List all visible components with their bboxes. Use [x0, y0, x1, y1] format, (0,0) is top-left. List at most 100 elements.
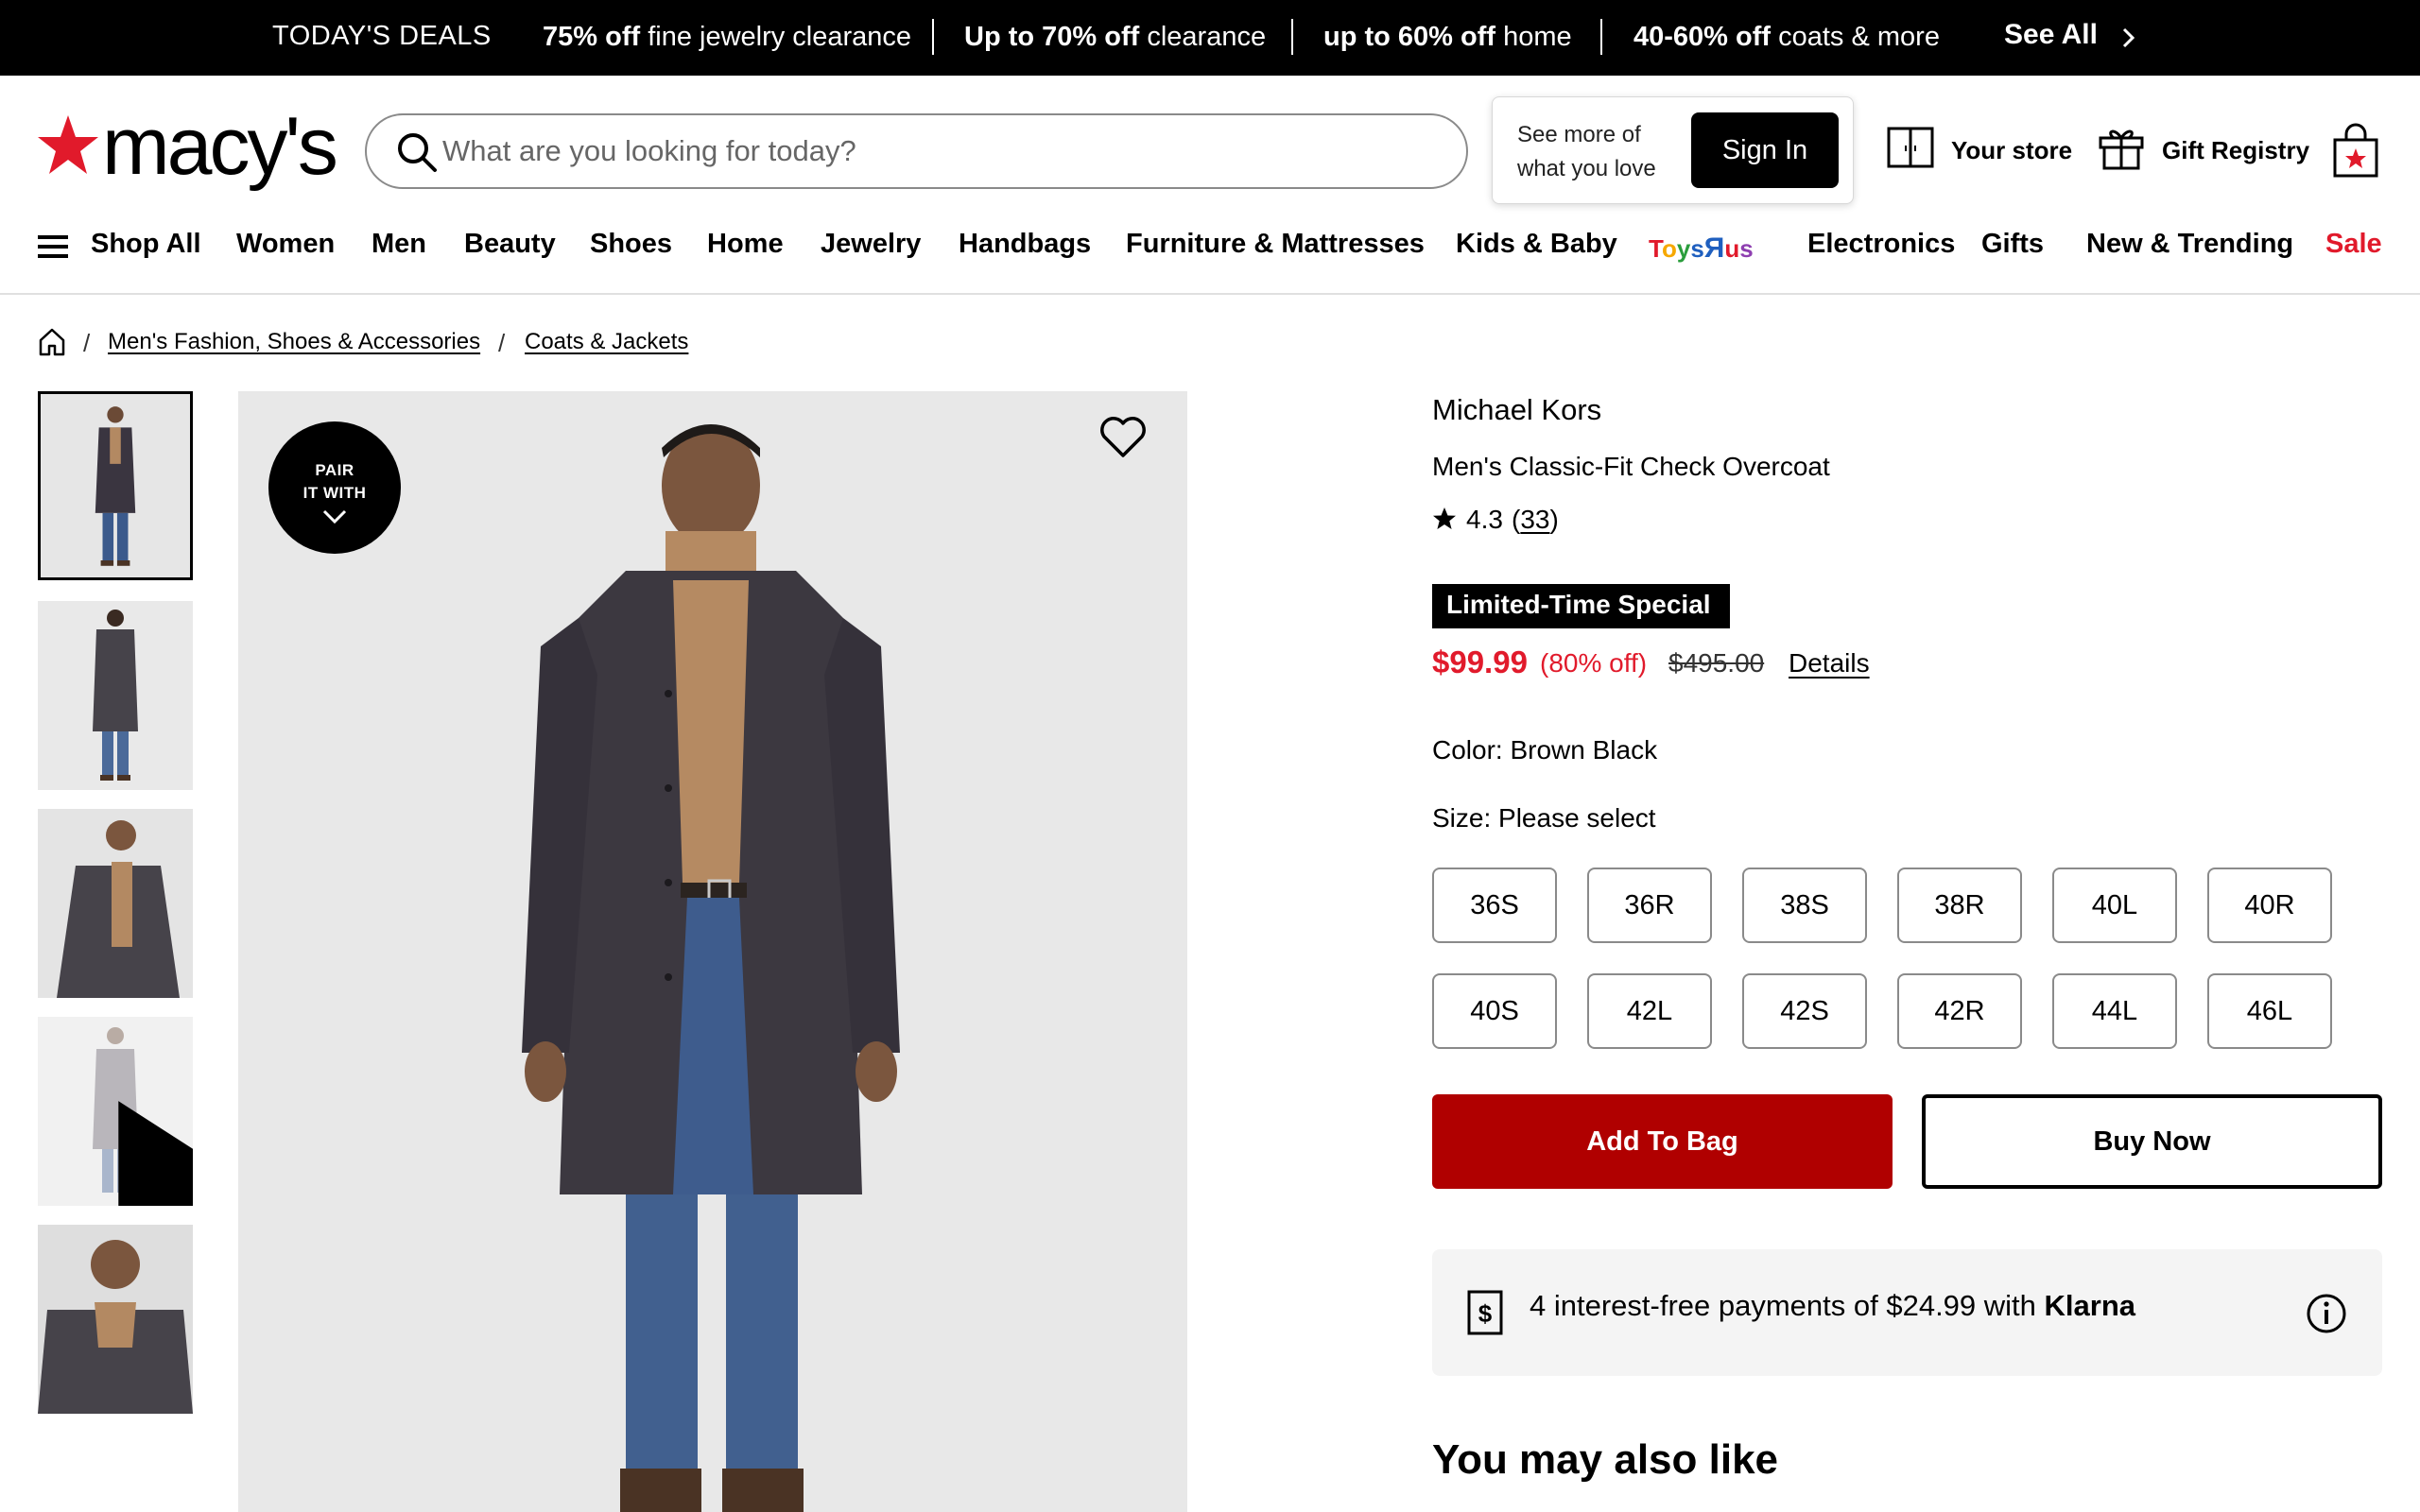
deal-home[interactable]: up to 60% off home	[1323, 22, 1572, 53]
sign-in-button[interactable]: Sign In	[1691, 112, 1839, 188]
rating-value: 4.3	[1466, 505, 1503, 534]
klarna-payment-info: $ 4 interest-free payments of $24.99 wit…	[1432, 1249, 2382, 1376]
thumbnail-image	[38, 1225, 193, 1414]
star-icon	[1433, 507, 1456, 529]
gift-registry-link[interactable]: Gift Registry	[2097, 123, 2314, 180]
nav-shoes[interactable]: Shoes	[590, 229, 672, 260]
size-option[interactable]: 38S	[1742, 868, 1867, 943]
size-option[interactable]: 46L	[2207, 973, 2332, 1049]
deals-bar: TODAY'S DEALS 75% off fine jewelry clear…	[0, 0, 2420, 76]
nav-home[interactable]: Home	[707, 229, 784, 260]
size-option[interactable]: 40L	[2052, 868, 2177, 943]
see-all-link[interactable]: See All	[2004, 19, 2098, 51]
svg-text:$: $	[1478, 1299, 1493, 1328]
thumbnail-side[interactable]	[38, 809, 193, 998]
thumbnail-image	[38, 809, 193, 998]
klarna-logo: Klarna	[2044, 1289, 2135, 1322]
percent-off: (80% off)	[1540, 648, 1648, 678]
nav-handbags[interactable]: Handbags	[959, 229, 1091, 260]
search-icon[interactable]	[395, 130, 439, 174]
chevron-down-icon	[322, 509, 347, 524]
original-price: $495.00	[1668, 648, 1765, 678]
heart-icon[interactable]	[1098, 414, 1148, 459]
nav-new-trending[interactable]: New & Trending	[2086, 229, 2293, 260]
star-logo-icon	[38, 115, 98, 174]
deal-coats[interactable]: 40-60% off coats & more	[1634, 22, 1940, 53]
color-label: Color: Brown Black	[1432, 735, 1658, 765]
main-nav: Shop All Women Men Beauty Shoes Home Jew…	[0, 210, 2420, 295]
svg-text:ToysЯus: ToysЯus	[1649, 232, 1754, 264]
signin-card: See more of what you love Sign In	[1492, 96, 1854, 204]
size-option[interactable]: 42L	[1587, 973, 1712, 1049]
product-name: Men's Classic-Fit Check Overcoat	[1432, 452, 1830, 481]
deal-divider	[932, 19, 934, 55]
nav-men[interactable]: Men	[372, 229, 426, 260]
breadcrumb-separator: /	[83, 329, 91, 357]
thumbnail-collar[interactable]	[38, 1225, 193, 1414]
size-option[interactable]: 36R	[1587, 868, 1712, 943]
deal-divider	[1291, 19, 1293, 55]
pair-badge-line-2: IT WITH	[302, 484, 367, 502]
nav-women[interactable]: Women	[236, 229, 335, 260]
size-option[interactable]: 40R	[2207, 868, 2332, 943]
sale-price: $99.99	[1432, 644, 1528, 679]
search-input[interactable]	[442, 117, 1444, 185]
nav-furniture-mattresses[interactable]: Furniture & Mattresses	[1126, 229, 1425, 260]
your-store-link[interactable]: Your store	[1886, 123, 2075, 180]
nav-kids-baby[interactable]: Kids & Baby	[1456, 229, 1617, 260]
thumbnail-back[interactable]	[38, 601, 193, 790]
deal-clearance[interactable]: Up to 70% off clearance	[964, 22, 1266, 53]
you-may-also-like-heading: You may also like	[1432, 1436, 1779, 1483]
size-option[interactable]: 40S	[1432, 973, 1557, 1049]
thumbnail-front[interactable]	[38, 391, 193, 580]
size-option[interactable]: 42S	[1742, 973, 1867, 1049]
chevron-right-icon[interactable]	[2118, 25, 2140, 51]
gift-registry-label: Gift Registry	[2162, 136, 2310, 164]
home-icon[interactable]	[38, 327, 66, 357]
breadcrumb-separator: /	[498, 329, 506, 357]
limited-time-badge: Limited-Time Special	[1432, 584, 1730, 628]
toysrus-logo[interactable]: ToysЯus	[1649, 231, 1768, 265]
size-label: Size: Please select	[1432, 803, 1656, 833]
todays-deals-label: TODAY'S DEALS	[272, 21, 492, 51]
menu-icon[interactable]	[38, 234, 68, 259]
store-icon	[1887, 127, 1934, 168]
signin-prompt: See more of what you love	[1517, 122, 1656, 181]
nav-jewelry[interactable]: Jewelry	[821, 229, 921, 260]
add-to-bag-button[interactable]: Add To Bag	[1432, 1094, 1893, 1189]
breadcrumb-coats-jackets[interactable]: Coats & Jackets	[525, 329, 688, 355]
gift-icon	[2099, 129, 2144, 170]
thumbnail-video[interactable]	[38, 1017, 193, 1206]
deal-jewelry[interactable]: 75% off fine jewelry clearance	[543, 22, 911, 53]
play-icon	[118, 1101, 193, 1206]
pair-it-with-button[interactable]: PAIR IT WITH	[268, 421, 401, 554]
logo-wordmark: macy's	[102, 101, 338, 192]
shopping-bag-icon[interactable]	[2331, 123, 2380, 180]
review-count[interactable]: (33)	[1512, 505, 1559, 535]
nav-gifts[interactable]: Gifts	[1981, 229, 2044, 260]
thumbnail-image	[41, 394, 190, 577]
size-option[interactable]: 36S	[1432, 868, 1557, 943]
nav-beauty[interactable]: Beauty	[464, 229, 556, 260]
nav-sale[interactable]: Sale	[2325, 229, 2382, 260]
pair-badge-line-1: PAIR	[315, 461, 354, 479]
size-option[interactable]: 42R	[1897, 973, 2022, 1049]
size-option[interactable]: 38R	[1897, 868, 2022, 943]
breadcrumb-mens-fashion[interactable]: Men's Fashion, Shoes & Accessories	[108, 329, 480, 355]
nav-shop-all[interactable]: Shop All	[91, 229, 201, 260]
macys-logo[interactable]: macy's	[36, 101, 338, 195]
price-details-link[interactable]: Details	[1789, 648, 1870, 679]
payment-receipt-icon: $	[1467, 1290, 1503, 1335]
nav-electronics[interactable]: Electronics	[1807, 229, 1955, 260]
product-photo	[238, 391, 1187, 1512]
product-brand[interactable]: Michael Kors	[1432, 393, 1601, 427]
info-icon[interactable]	[2306, 1293, 2347, 1334]
your-store-label: Your store	[1951, 136, 2073, 164]
search-bar[interactable]	[365, 113, 1468, 189]
size-option[interactable]: 44L	[2052, 973, 2177, 1049]
klarna-text: 4 interest-free payments of $24.99 with …	[1530, 1289, 2135, 1322]
thumbnail-image	[38, 601, 193, 790]
buy-now-button[interactable]: Buy Now	[1922, 1094, 2382, 1189]
deal-divider	[1600, 19, 1602, 55]
main-product-image[interactable]: PAIR IT WITH	[238, 391, 1187, 1512]
